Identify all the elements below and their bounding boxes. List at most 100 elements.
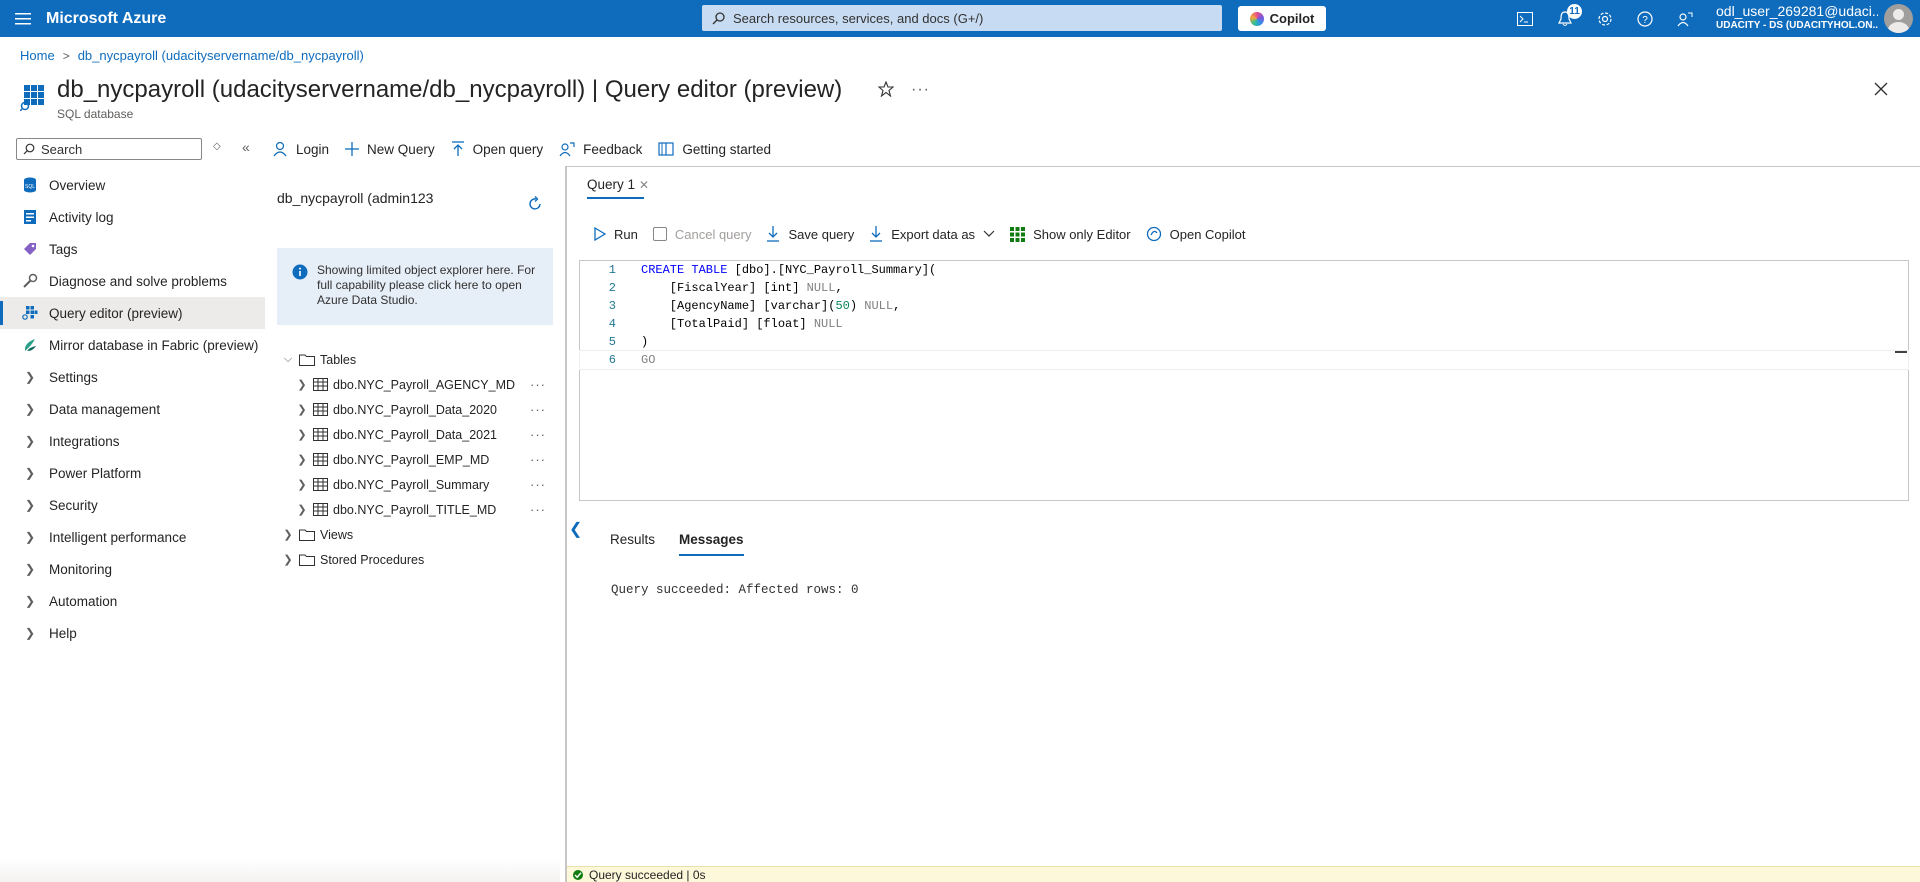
more-options-icon[interactable]: ··· xyxy=(530,377,546,392)
nav-item-settings[interactable]: ❯ Settings xyxy=(0,361,265,393)
tree-node-table[interactable]: ❯ dbo.NYC_Payroll_TITLE_MD ··· xyxy=(280,497,550,522)
info-banner[interactable]: Showing limited object explorer here. Fo… xyxy=(277,248,553,325)
chevron-right-icon: ❯ xyxy=(24,466,36,480)
tab-messages[interactable]: Messages xyxy=(679,532,744,556)
feedback-button[interactable]: Feedback xyxy=(559,141,642,157)
cancel-query-button[interactable]: Cancel query xyxy=(652,227,751,242)
feedback-person-icon[interactable] xyxy=(1665,0,1705,37)
more-options-icon[interactable]: ··· xyxy=(530,477,546,492)
tree-label: dbo.NYC_Payroll_TITLE_MD xyxy=(333,502,497,517)
line-number: 2 xyxy=(608,281,616,295)
breadcrumb-home[interactable]: Home xyxy=(20,48,55,63)
nav-item-tags[interactable]: Tags xyxy=(0,233,265,265)
tree-node-table[interactable]: ❯ dbo.NYC_Payroll_Summary ··· xyxy=(280,472,550,497)
chevron-right-icon: ❯ xyxy=(24,434,36,448)
nav-item-query-editor[interactable]: Query editor (preview) xyxy=(0,297,265,329)
show-only-editor-button[interactable]: Show only Editor xyxy=(1010,226,1131,242)
panel-splitter[interactable] xyxy=(565,166,567,882)
expand-panel-chevron-icon[interactable]: ❮ xyxy=(569,519,582,539)
help-question-icon[interactable]: ? xyxy=(1625,0,1665,37)
nav-item-data-management[interactable]: ❯ Data management xyxy=(0,393,265,425)
export-data-dropdown[interactable]: Export data as xyxy=(869,226,995,242)
cloud-shell-icon[interactable] xyxy=(1505,0,1545,37)
tree-node-table[interactable]: ❯ dbo.NYC_Payroll_Data_2021 ··· xyxy=(280,422,550,447)
sql-null: NULL xyxy=(806,281,836,295)
favorite-star-icon[interactable] xyxy=(878,81,894,97)
code-editor[interactable]: 1 CREATE TABLE [dbo].[NYC_Payroll_Summar… xyxy=(579,260,1909,501)
sql-text: [FiscalYear] [int] xyxy=(641,281,807,295)
nav-label: Monitoring xyxy=(49,561,113,577)
save-query-button[interactable]: Save query xyxy=(766,226,854,242)
sql-text: , xyxy=(835,281,843,295)
results-tabs: Results Messages xyxy=(610,532,768,556)
tree-node-stored-procedures[interactable]: ❯ Stored Procedures xyxy=(280,547,550,572)
copilot-button[interactable]: Copilot xyxy=(1238,6,1326,31)
sql-keyword-go: GO xyxy=(641,353,656,367)
nav-item-help[interactable]: ❯ Help xyxy=(0,617,265,649)
more-options-icon[interactable]: ··· xyxy=(911,81,930,99)
settings-gear-icon[interactable] xyxy=(1585,0,1625,37)
tree-node-views[interactable]: ❯ Views xyxy=(280,522,550,547)
more-options-icon[interactable]: ··· xyxy=(530,452,546,467)
nav-item-security[interactable]: ❯ Security xyxy=(0,489,265,521)
global-search-input[interactable]: Search resources, services, and docs (G+… xyxy=(702,5,1222,31)
object-explorer-tree: ⌵ Tables ❯ dbo.NYC_Payroll_AGENCY_MD ···… xyxy=(280,347,550,572)
sql-text: ) xyxy=(641,335,649,349)
chevron-right-icon: ❯ xyxy=(297,454,307,466)
svg-text:SQL: SQL xyxy=(25,184,35,190)
nav-label: Tags xyxy=(49,241,78,257)
nav-item-mirror-fabric[interactable]: Mirror database in Fabric (preview) xyxy=(0,329,265,361)
more-options-icon[interactable]: ··· xyxy=(530,427,546,442)
collapse-menu-icon[interactable]: « xyxy=(242,139,250,155)
tree-node-table[interactable]: ❯ dbo.NYC_Payroll_EMP_MD ··· xyxy=(280,447,550,472)
tab-results[interactable]: Results xyxy=(610,532,655,547)
brand-title[interactable]: Microsoft Azure xyxy=(46,10,176,28)
breadcrumb-current[interactable]: db_nycpayroll (udacityservername/db_nycp… xyxy=(78,48,364,63)
user-tenant: UDACITY - DS (UDACITYHOL.ON... xyxy=(1716,20,1878,31)
sort-toggle-icon[interactable]: ◇ xyxy=(213,141,221,152)
more-options-icon[interactable]: ··· xyxy=(530,502,546,517)
nav-item-activity-log[interactable]: Activity log xyxy=(0,201,265,233)
chevron-right-icon: ❯ xyxy=(283,554,293,566)
nav-item-automation[interactable]: ❯ Automation xyxy=(0,585,265,617)
editor-toolbar: Run Cancel query Save query Export data … xyxy=(594,223,1261,245)
more-options-icon[interactable]: ··· xyxy=(530,402,546,417)
nav-item-intelligent-performance[interactable]: ❯ Intelligent performance xyxy=(0,521,265,553)
nav-item-integrations[interactable]: ❯ Integrations xyxy=(0,425,265,457)
grid-icon xyxy=(1010,226,1026,242)
tree-node-tables[interactable]: ⌵ Tables xyxy=(280,347,550,372)
code-line-current: 6 GO xyxy=(579,350,1909,370)
open-copilot-button[interactable]: Open Copilot xyxy=(1146,226,1246,242)
nav-item-monitoring[interactable]: ❯ Monitoring xyxy=(0,553,265,585)
sql-null: NULL xyxy=(864,299,894,313)
tree-node-table[interactable]: ❯ dbo.NYC_Payroll_Data_2020 ··· xyxy=(280,397,550,422)
chevron-right-icon: ❯ xyxy=(24,562,36,576)
sql-text: [dbo].[NYC_Payroll_Summary]( xyxy=(727,263,937,277)
nav-item-power-platform[interactable]: ❯ Power Platform xyxy=(0,457,265,489)
nav-item-diagnose[interactable]: Diagnose and solve problems xyxy=(0,265,265,297)
login-button[interactable]: Login xyxy=(272,141,329,157)
table-icon xyxy=(313,403,328,416)
sql-text: ) xyxy=(849,299,865,313)
query-message: Query succeeded: Affected rows: 0 xyxy=(611,583,859,597)
info-icon xyxy=(292,264,308,280)
avatar[interactable] xyxy=(1884,4,1913,33)
tree-node-table[interactable]: ❯ dbo.NYC_Payroll_AGENCY_MD ··· xyxy=(280,372,550,397)
tree-label: dbo.NYC_Payroll_Summary xyxy=(333,477,490,492)
table-icon xyxy=(313,478,328,491)
new-query-button[interactable]: New Query xyxy=(345,142,435,157)
account-info[interactable]: odl_user_269281@udaci... UDACITY - DS (U… xyxy=(1716,3,1878,32)
open-query-button[interactable]: Open query xyxy=(451,141,543,157)
close-tab-icon[interactable]: ✕ xyxy=(639,178,649,192)
refresh-icon[interactable] xyxy=(527,196,543,212)
getting-started-button[interactable]: Getting started xyxy=(658,141,771,157)
notifications-bell-icon[interactable]: 11 xyxy=(1545,0,1585,37)
nav-item-overview[interactable]: SQL Overview xyxy=(0,169,265,201)
run-button[interactable]: Run xyxy=(594,227,638,242)
tab-query-1[interactable]: Query 1 ✕ xyxy=(587,177,649,192)
wrench-icon xyxy=(20,272,40,290)
close-icon[interactable] xyxy=(1874,82,1888,96)
hamburger-menu-icon[interactable] xyxy=(0,0,46,37)
getting-started-label: Getting started xyxy=(682,141,771,157)
menu-search-input[interactable]: Search xyxy=(16,138,202,160)
